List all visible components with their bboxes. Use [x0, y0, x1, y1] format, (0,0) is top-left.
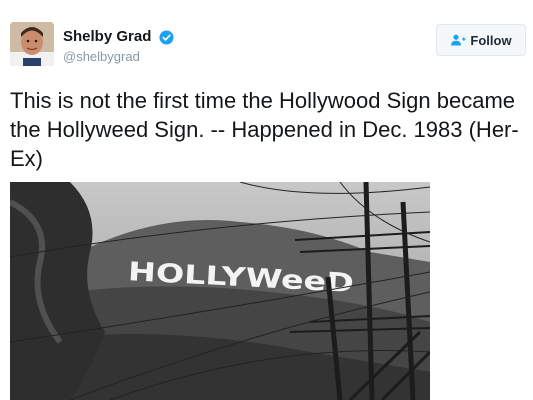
verified-badge-icon [159, 29, 174, 45]
follow-button-label: Follow [470, 32, 512, 48]
tweet-text: This is not the first time the Hollywood… [10, 88, 519, 171]
author-block: Shelby Grad @shelbygrad [63, 28, 174, 65]
tweet-photo[interactable]: HOLLYWeeD [10, 182, 430, 400]
follow-button[interactable]: Follow [436, 24, 526, 56]
author-display-name[interactable]: Shelby Grad [63, 28, 151, 46]
add-user-icon [451, 34, 467, 46]
author-handle[interactable]: @shelbygrad [63, 49, 174, 65]
tweet: Shelby Grad @shelbygrad Follow This is n… [0, 0, 533, 400]
avatar[interactable] [10, 22, 54, 66]
